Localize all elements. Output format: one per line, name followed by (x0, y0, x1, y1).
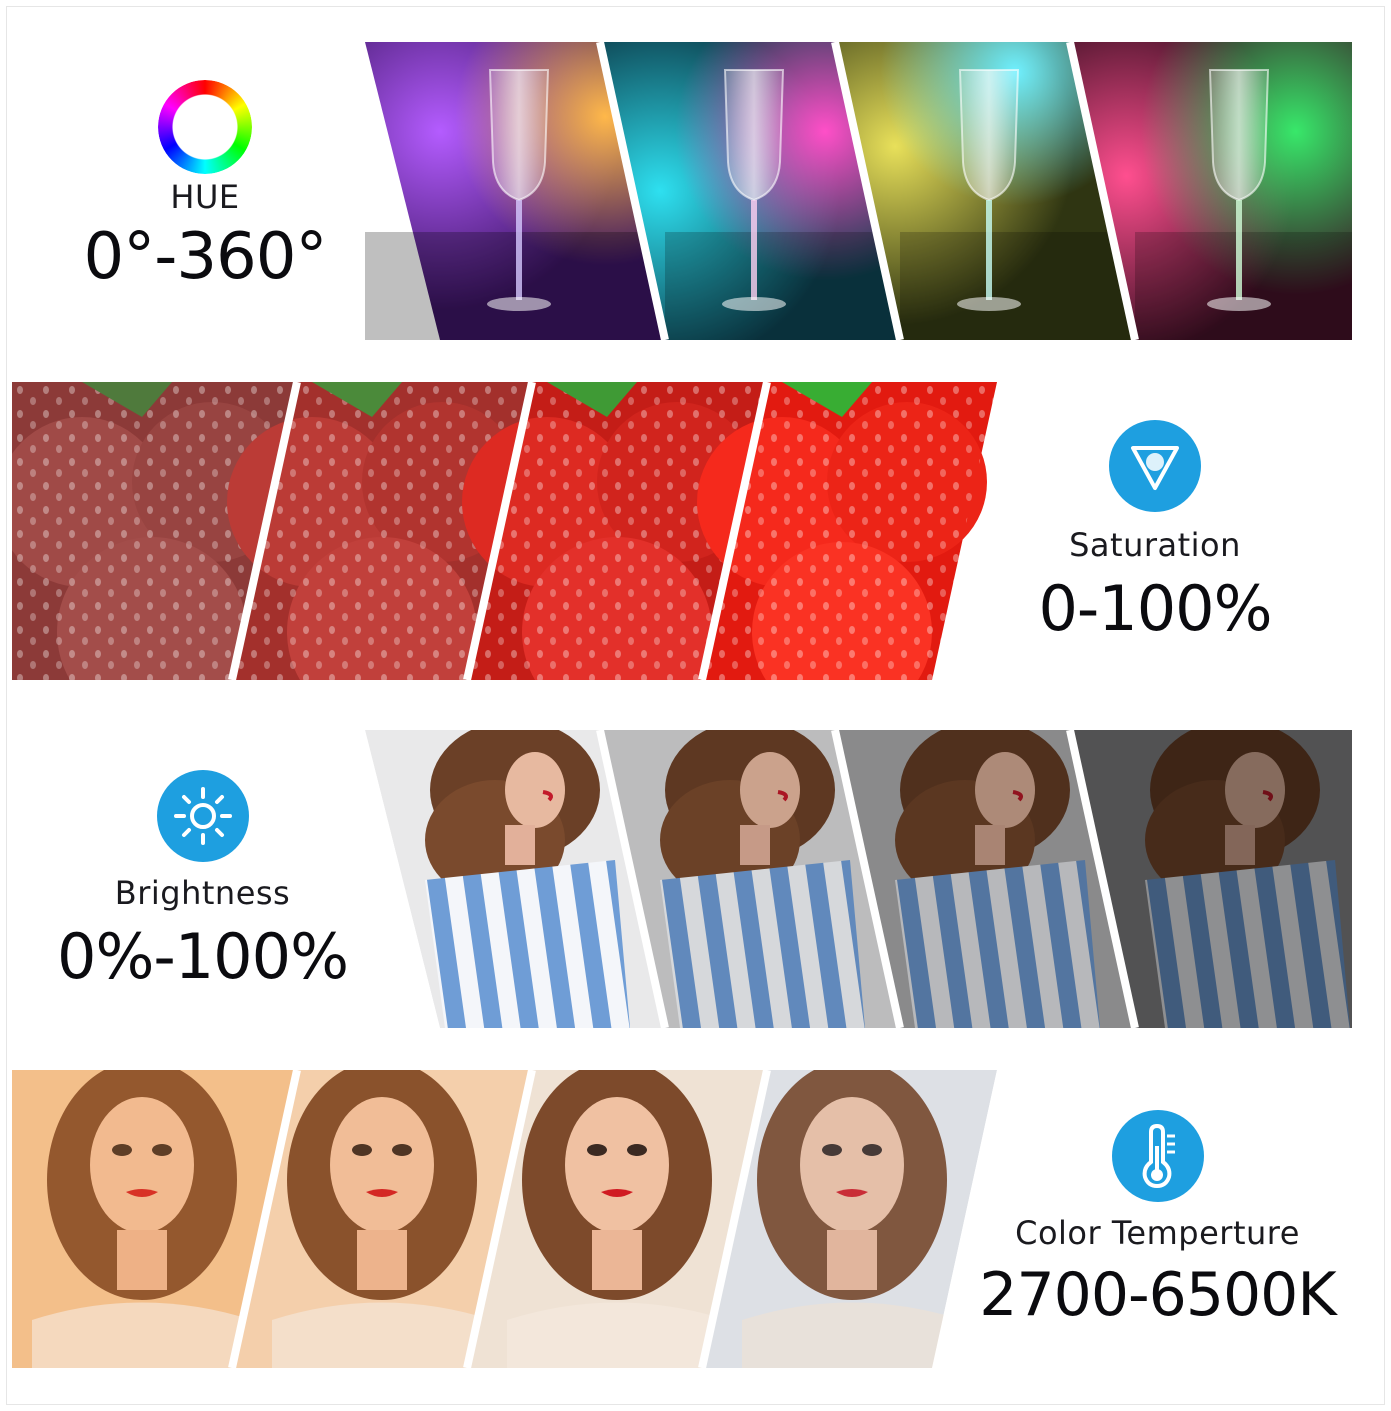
brightness-strip-svg (365, 729, 1352, 1029)
sun-icon (156, 770, 249, 862)
saturation-photo-strip (0, 381, 997, 727)
saturation-caption: Saturation (1069, 526, 1241, 564)
hue-strip-svg (365, 41, 1352, 341)
brightness-label-block: Brightness 0%-100% (40, 770, 365, 993)
color-temperature-strip-svg (12, 1069, 997, 1369)
saturation-label-block: Saturation 0-100% (1010, 420, 1300, 645)
hue-caption: HUE (170, 178, 240, 216)
hue-range: 0°-360° (83, 220, 328, 294)
hue-photo-strip (365, 41, 1352, 341)
color-temperature-photo-strip (12, 1069, 997, 1369)
hue-ring-icon (158, 80, 252, 174)
color-temperature-range: 2700-6500K (979, 1260, 1336, 1330)
hue-label-block: HUE 0°-360° (60, 80, 350, 294)
color-temperature-caption: Color Temperture (1015, 1214, 1300, 1252)
brightness-photo-strip (365, 729, 1352, 1029)
saturation-strip-svg (0, 381, 997, 727)
saturation-range: 0-100% (1038, 572, 1272, 645)
saturation-drop-icon (1109, 420, 1201, 512)
brightness-range: 0%-100% (57, 920, 349, 993)
color-temperature-label-block: Color Temperture 2700-6500K (960, 1110, 1355, 1330)
brightness-caption: Brightness (114, 874, 291, 912)
thermometer-icon (1111, 1110, 1204, 1202)
